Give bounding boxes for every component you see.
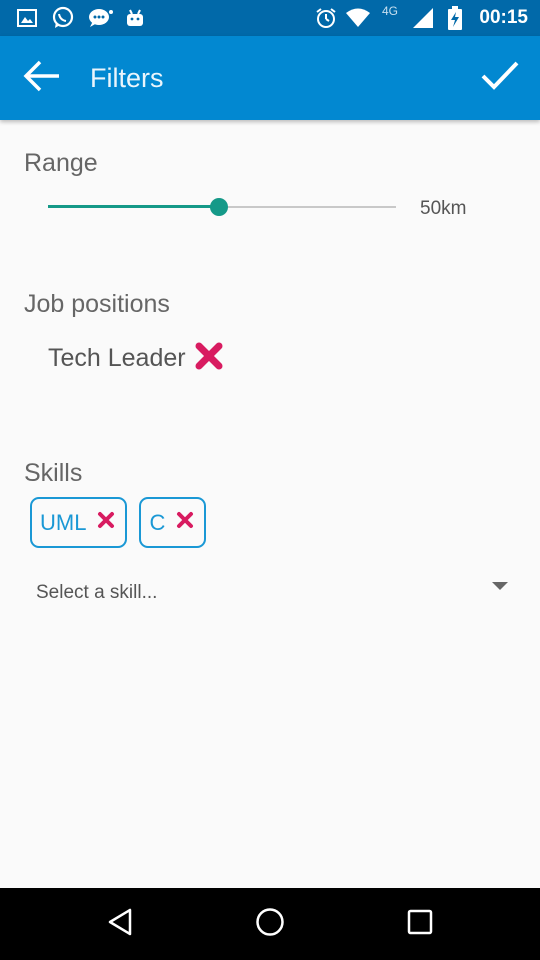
remove-job-position-button[interactable]	[194, 341, 224, 376]
skill-chip: C	[139, 497, 207, 548]
recents-square-icon	[407, 909, 433, 940]
range-value: 50km	[420, 198, 467, 219]
dropdown-arrow-icon	[492, 582, 508, 590]
image-icon	[16, 0, 38, 36]
skill-select-placeholder: Select a skill...	[36, 582, 158, 603]
nav-back-button[interactable]	[100, 904, 140, 944]
page-title: Filters	[90, 63, 164, 93]
slider-fill	[48, 205, 219, 208]
nav-recents-button[interactable]	[400, 904, 440, 944]
skill-chip-label: C	[149, 509, 166, 535]
remove-skill-button[interactable]	[175, 511, 195, 534]
wifi-icon	[344, 0, 372, 36]
navigation-bar	[0, 888, 540, 960]
back-triangle-icon	[107, 908, 133, 941]
skills-heading: Skills	[24, 459, 83, 487]
range-slider[interactable]	[48, 196, 396, 218]
slider-thumb[interactable]	[209, 198, 228, 216]
remove-skill-button[interactable]	[96, 511, 116, 534]
range-heading: Range	[24, 149, 98, 177]
skill-chip: UML	[30, 497, 128, 548]
nav-home-button[interactable]	[250, 904, 290, 944]
alarm-icon	[314, 0, 338, 36]
home-circle-icon	[255, 907, 285, 942]
whatsapp-icon	[50, 0, 76, 36]
app-bar: Filters	[0, 36, 540, 120]
job-positions-heading: Job positions	[24, 290, 170, 318]
signal-icon	[410, 0, 436, 36]
status-bar: 4G 00:15	[0, 0, 540, 36]
status-time: 00:15	[479, 7, 528, 28]
android-icon	[124, 0, 146, 36]
arrow-back-icon	[23, 60, 61, 97]
job-position-item: Tech Leader	[48, 338, 224, 378]
back-button[interactable]	[18, 56, 66, 100]
battery-icon	[446, 0, 464, 36]
chat-icon	[86, 0, 114, 36]
close-icon	[194, 341, 224, 376]
check-icon	[481, 61, 519, 96]
skill-select-dropdown[interactable]: Select a skill...	[36, 572, 514, 616]
close-icon	[176, 511, 194, 534]
job-position-label: Tech Leader	[48, 343, 186, 372]
skill-chips: UML C	[30, 497, 218, 548]
skill-chip-label: UML	[40, 509, 87, 535]
close-icon	[97, 511, 115, 534]
network-type: 4G	[382, 4, 399, 18]
apply-filters-button[interactable]	[474, 54, 526, 102]
